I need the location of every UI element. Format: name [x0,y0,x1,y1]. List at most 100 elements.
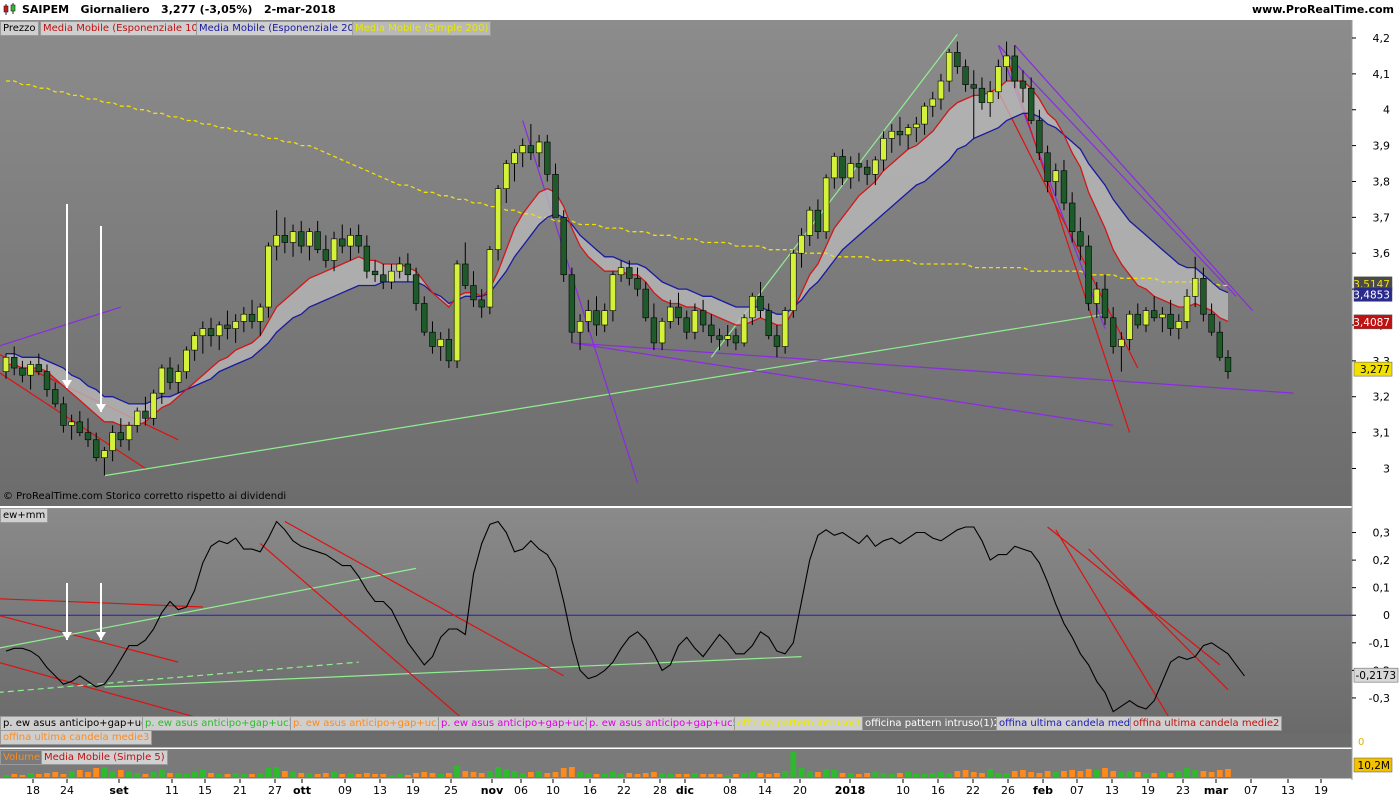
candle-bull [904,127,912,136]
candle-bull [1142,310,1150,326]
candle-bear [445,339,453,362]
legend-sma200[interactable]: Media Mobile (Simple 200) [352,21,492,36]
candle-bull [1003,55,1010,67]
candle-bull [1052,170,1059,182]
volume-bar-down [93,768,100,777]
indicator-tick-label: 0 [1383,609,1390,622]
candle-bear [962,66,969,85]
candle-bear [978,87,986,103]
candle-bear [634,278,641,290]
candle-bull [921,105,928,125]
screener-label[interactable]: p. ew asus anticipo+gap+uc [0,716,150,731]
candle-bull [790,252,797,311]
volume-bar-up [929,773,936,777]
volume-bar-down [11,774,18,777]
screener-label[interactable]: officina pattern intruso(1)2 [862,716,1003,731]
volume-bar-down [35,774,42,777]
volume-bar-up [888,774,895,777]
volume-bar-up [536,771,542,777]
x-axis-labels: 18 24 set 11 15 21 27 ott 09 13 19 25 nov 06 10 16 22 28 d… [26,779,1328,797]
x-tick-label: 23 [1176,784,1190,797]
legend-price[interactable]: Prezzo [0,21,39,36]
candle-bull [511,152,518,164]
volume-bar-down [322,773,329,777]
volume-label[interactable]: Volume [0,750,44,765]
volume-bar-up [232,773,239,777]
volume-bar-up [1143,773,1149,777]
candle-bull [109,432,116,451]
volume-bar-down [839,773,846,777]
candle-bear [84,432,92,441]
volume-bar-up [831,770,838,777]
candle-bear [1110,317,1117,347]
candle-bull [913,123,920,128]
volume-bar-down [19,775,26,777]
candle-bear [43,371,51,390]
candle-bear [896,130,904,136]
volume-bar-down [1167,773,1174,777]
volume-bar-up [1093,770,1100,777]
candle-bull [273,235,280,247]
x-tick-label: 13 [1105,784,1119,797]
volume-bar-down [314,774,321,777]
screener-label[interactable]: offina ultima candela medie3 [0,730,153,745]
volume-bar-down [1011,771,1018,777]
screener-label[interactable]: p. ew asus anticipo+gap+uc2 [142,716,298,731]
volume-bar-up [150,772,157,777]
volume-bar-down [1036,773,1043,777]
volume-bar-down [298,773,305,777]
candle-bull [396,263,403,272]
candle-bear [773,335,781,347]
x-tick-label: 07 [1070,784,1084,797]
candle-bull [806,209,813,236]
candle-bull [257,306,264,322]
screener-label[interactable]: p. ew asus anticipo+gap+uc4 [438,716,594,731]
indicator-label[interactable]: ew+mm [0,508,49,523]
candle-bull [576,321,584,333]
candle-bull [330,238,338,261]
candle-bull [175,371,182,383]
candle-bull [880,138,887,161]
candle-bear [298,231,305,247]
legend-ema10[interactable]: Media Mobile (Esponenziale 10) [40,21,205,36]
screener-label[interactable]: offina ultima candela medie [996,716,1143,731]
volume-bar-down [462,771,469,777]
volume-bar-down [224,774,231,777]
candle-bull [724,335,731,340]
candle-bull [1159,313,1166,319]
candle-bull [519,145,526,154]
chart-area[interactable]: 4,24,143,93,83,73,63,53,43,33,23,133,514… [0,20,1400,800]
x-tick-label: 07 [1244,784,1258,797]
volume-bar-down [1208,772,1215,777]
volume-bar-down [774,773,780,777]
price-tick-label: 3,6 [1373,247,1391,260]
candle-bear [76,421,83,433]
volume-bar-down [421,772,428,777]
volume-bar-up [511,771,518,777]
volume-bar-up [667,774,674,777]
candle-bear [1208,313,1215,333]
candle-bear [1085,245,1092,304]
volume-bar-down [954,771,961,777]
candle-bear [593,310,600,326]
volume-bar-down [856,774,862,777]
screener-label[interactable]: officina pattern intruso(1) [734,716,869,731]
volume-bar-up [1003,773,1010,777]
legend-ema20[interactable]: Media Mobile (Esponenziale 20) [196,21,361,36]
candle-bear [527,145,535,154]
candle-bear [560,217,567,276]
volume-bar-up [806,771,813,777]
price-tick-label: 3 [1383,462,1390,475]
screener-label[interactable]: p. ew asus anticipo+gap+uc3 [290,716,446,731]
x-tick-label: 13 [1281,784,1295,797]
candle-bull [199,328,207,337]
volume-bar-down [897,773,903,777]
candle-bull [888,130,895,139]
price-tick-label: 3,2 [1373,391,1391,404]
x-tick-label: 28 [653,784,667,797]
volume-ma-label[interactable]: Media Mobile (Simple 5) [41,750,168,765]
candle-bull [150,392,157,419]
screener-label[interactable]: p. ew asus anticipo+gap+uc5 [586,716,742,731]
screener-label[interactable]: offina ultima candela medie2 [1130,716,1283,731]
candle-bear [248,313,256,322]
